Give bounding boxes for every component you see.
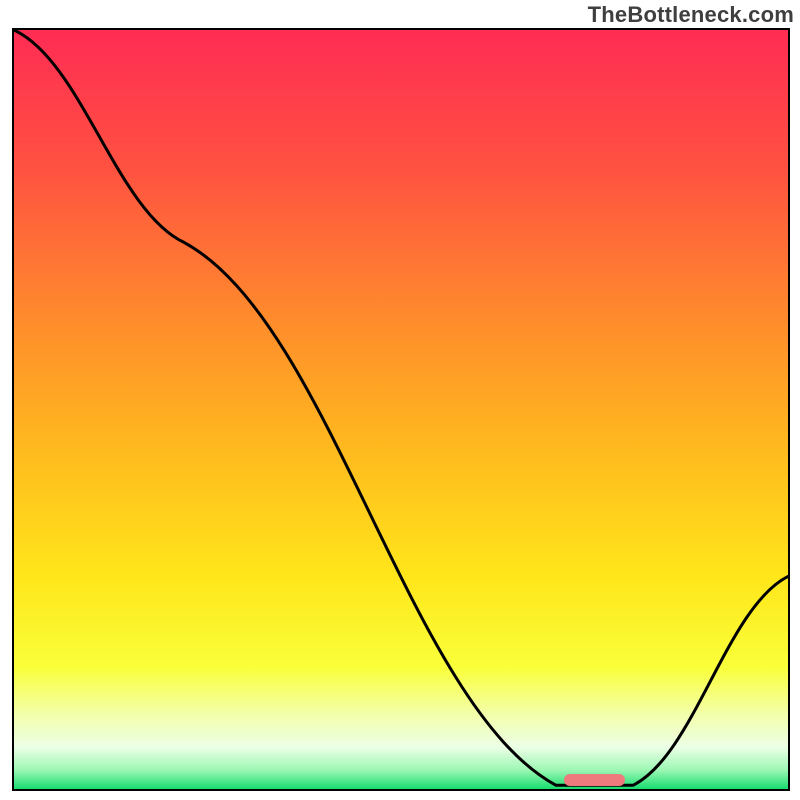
plot-area <box>12 28 790 791</box>
background-gradient <box>14 30 788 789</box>
watermark-text: TheBottleneck.com <box>588 2 794 28</box>
chart-stage: TheBottleneck.com <box>0 0 800 800</box>
